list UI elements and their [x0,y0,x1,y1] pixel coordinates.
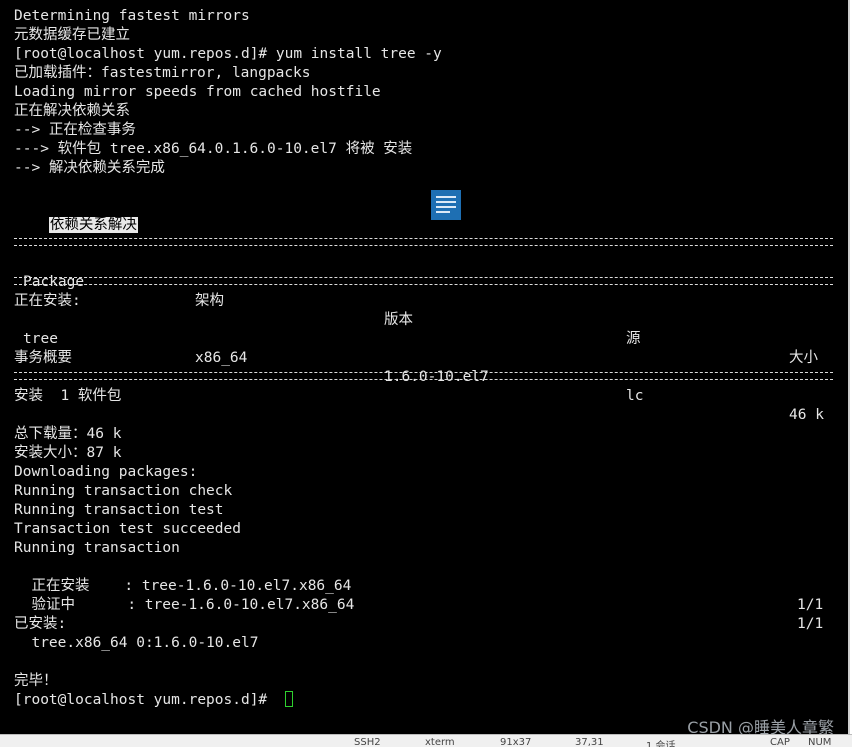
table-header-arch: 架构 [195,293,224,309]
terminal-line: Running transaction [14,540,180,556]
terminal-line: ---> 软件包 tree.x86_64.0.1.6.0-10.el7 将被 安… [14,141,413,157]
terminal-line: 总下载量：46 k [14,426,122,442]
status-bar: SSH2 xterm 91x37 37,31 1 会话 CAP NUM [0,734,852,747]
terminal-line: [root@localhost yum.repos.d]# yum instal… [14,46,442,62]
installed-item: tree.x86_64 0:1.6.0-10.el7 [14,635,259,651]
table-divider [14,277,833,285]
table-row: tree x86_64 1.6.0-10.el7 lc 46 k [14,311,833,423]
text-cursor[interactable] [285,691,293,707]
installed-title: 已安装: [14,616,67,632]
terminal-line: 正在解决依赖关系 [14,103,130,119]
progress-label: 验证中 : tree-1.6.0-10.el7.x86_64 [14,597,355,613]
table-cell-repo: lc [626,388,644,404]
table-divider [14,372,833,380]
terminal-line: Downloading packages: [14,464,198,480]
table-header-row: Package 架构 版本 源 大小 [14,254,833,366]
terminal-window[interactable]: Determining fastest mirrors 元数据缓存已建立 [ro… [0,0,850,737]
floating-toolbar-icon[interactable] [431,190,461,220]
terminal-line: Transaction test succeeded [14,521,241,537]
terminal-line: 安装大小：87 k [14,445,122,461]
table-cell-arch: x86_64 [195,350,248,366]
terminal-line: --> 解决依赖关系完成 [14,160,165,176]
table-header-size: 大小 [789,350,818,366]
table-cell-package: tree [23,331,58,347]
terminal-line: Determining fastest mirrors [14,8,250,24]
table-divider [14,238,833,246]
terminal-line: Running transaction test [14,502,224,518]
table-cell-size: 46 k [789,407,824,423]
terminal-line: --> 正在检查事务 [14,122,136,138]
table-section-label: 正在安装: [14,293,81,309]
progress-row: 验证中 : tree-1.6.0-10.el7.x86_64 1/1 [14,577,833,632]
progress-count: 1/1 [797,597,824,613]
selected-text-highlight: 依赖关系解决 [48,217,138,233]
terminal-line: Loading mirror speeds from cached hostfi… [14,84,381,100]
terminal-line: Running transaction check [14,483,233,499]
done-line: 完毕！ [14,673,58,689]
shell-prompt: [root@localhost yum.repos.d]# [14,692,276,708]
progress-count: 1/1 [797,616,824,632]
summary-line: 安装 1 软件包 [14,388,122,404]
summary-title: 事务概要 [14,350,72,366]
terminal-line: 元数据缓存已建立 [14,27,130,43]
terminal-line: 依赖关系解决 [14,197,138,233]
progress-row: 正在安装 : tree-1.6.0-10.el7.x86_64 1/1 [14,558,833,613]
terminal-line: 已加载插件：fastestmirror, langpacks [14,65,311,81]
table-header-repo: 源 [626,331,641,347]
